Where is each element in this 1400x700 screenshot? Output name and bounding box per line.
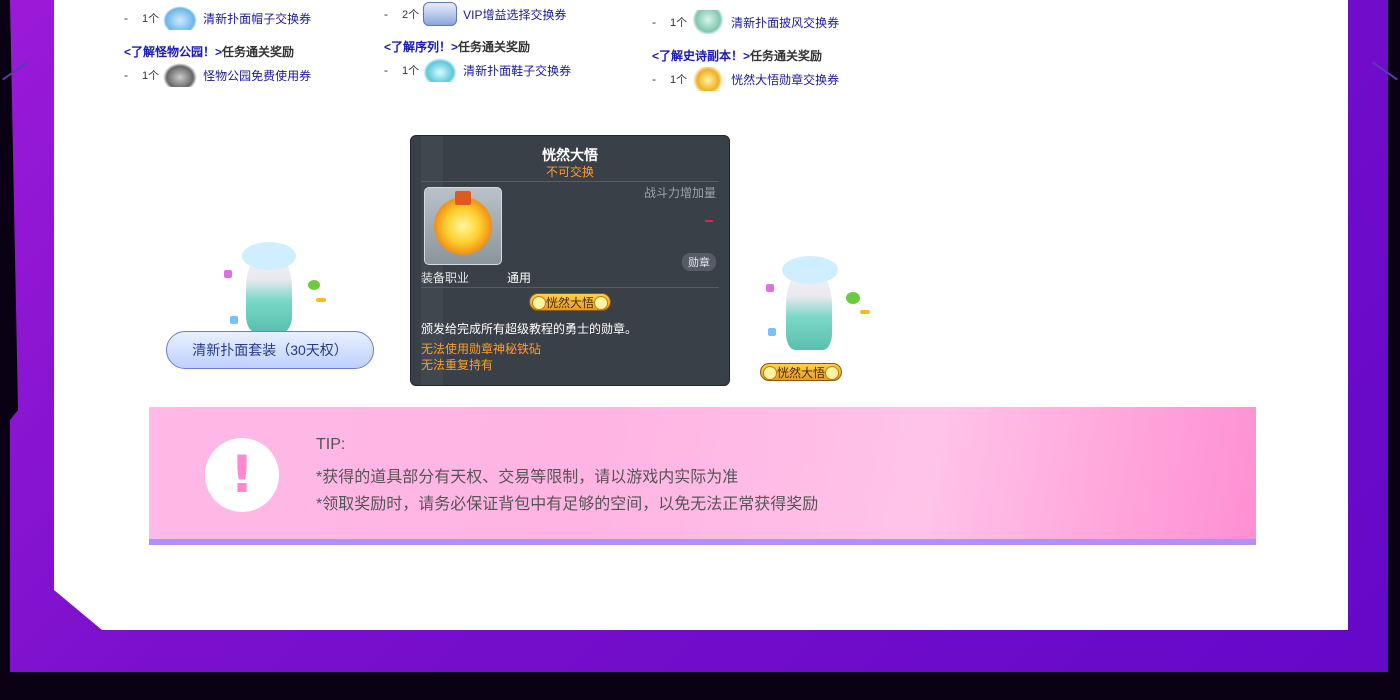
- item-label: 清新扑面鞋子交换券: [463, 63, 572, 78]
- hat-icon: [163, 6, 198, 30]
- item-quantity: 1个: [142, 70, 160, 82]
- reward-item: - 1个 怪物公园免费使用券: [124, 63, 311, 87]
- item-quantity: 2个: [402, 9, 420, 21]
- list-dash: -: [652, 72, 656, 86]
- combat-power-value: [705, 220, 713, 222]
- car-icon: [163, 63, 198, 87]
- item-label: VIP增益选择交换券: [463, 7, 567, 22]
- reward-column-1: - 1个 清新扑面帽子交换券 <了解怪物公园！> 任务通关奖励 - 1个 怪物公…: [124, 6, 311, 87]
- item-quantity: 1个: [670, 74, 688, 86]
- bunny-hat-icon: [242, 242, 296, 270]
- tip-line: *获得的道具部分有天权、交易等限制，请以游戏内实际为准: [316, 469, 739, 486]
- tooltip-title: 恍然大悟: [542, 147, 598, 163]
- character-sprite-left: [216, 240, 336, 332]
- quest-heading: <了解序列！> 任务通关奖励: [384, 34, 571, 58]
- tip-title: TIP:: [316, 436, 346, 453]
- tip-line: *领取奖励时，请务必保证背包中有足够的空间，以免无法正常获得奖励: [316, 496, 819, 513]
- job-label: 装备职业: [421, 271, 470, 285]
- medal-icon: [434, 191, 492, 255]
- outfit-package-button[interactable]: 清新扑面套装（30天权）: [166, 331, 374, 369]
- reward-item: - 1个 恍然大悟勋章交换券: [652, 67, 839, 91]
- item-tooltip: 恍然大悟 不可交换 战斗力增加量 勋章 装备职业 通用 恍然大悟 颁发给完成所有…: [410, 135, 730, 386]
- leaf-icon: [846, 292, 860, 304]
- item-quantity: 1个: [142, 13, 160, 25]
- vip-icon: [423, 2, 458, 26]
- quest-reward-label: 任务通关奖励: [458, 39, 531, 54]
- divider: [421, 287, 719, 288]
- item-quantity: 1个: [670, 17, 688, 29]
- item-label: 清新扑面帽子交换券: [203, 11, 312, 26]
- quest-reward-label: 任务通关奖励: [222, 44, 295, 59]
- category-badge: 勋章: [682, 253, 716, 271]
- medal-name-chip: 恍然大悟: [760, 363, 843, 381]
- quest-link[interactable]: <了解怪物公园！>: [124, 43, 222, 60]
- item-description: 颁发给完成所有超级教程的勇士的勋章。: [421, 322, 638, 336]
- exclamation-icon: !: [205, 438, 279, 512]
- divider: [421, 181, 719, 182]
- sparkle-icon: [224, 270, 232, 278]
- reward-column-3: - 1个 清新扑面披风交换券 <了解史诗副本！> 任务通关奖励 - 1个 恍然大…: [652, 10, 839, 91]
- sparkle-icon: [316, 298, 326, 302]
- character-sprite-right: [756, 254, 880, 350]
- medal-name-wrap: 恍然大悟: [411, 293, 729, 311]
- sparkle-icon: [860, 310, 870, 314]
- item-label: 恍然大悟勋章交换券: [731, 72, 840, 87]
- quest-link[interactable]: <了解序列！>: [384, 38, 458, 55]
- sparkle-icon: [766, 284, 774, 292]
- leaf-icon: [308, 280, 320, 290]
- medal-name-chip: 恍然大悟: [528, 293, 611, 311]
- quest-reward-label: 任务通关奖励: [750, 48, 823, 63]
- reward-item: - 1个 清新扑面鞋子交换券: [384, 58, 571, 82]
- tip-box: ! TIP: *获得的道具部分有天权、交易等限制，请以游戏内实际为准 *领取奖励…: [149, 407, 1256, 545]
- sparkle-icon: [230, 316, 238, 324]
- item-restriction: 无法使用勋章神秘铁砧: [421, 342, 542, 356]
- reward-item: - 1个 清新扑面披风交换券: [652, 10, 839, 34]
- sparkle-icon: [768, 328, 776, 336]
- cape-icon: [691, 10, 726, 34]
- list-dash: -: [124, 68, 128, 82]
- list-dash: -: [652, 15, 656, 29]
- quest-link[interactable]: <了解史诗副本！>: [652, 47, 750, 64]
- list-dash: -: [384, 7, 388, 21]
- item-quantity: 1个: [402, 65, 420, 77]
- reward-item: - 1个 清新扑面帽子交换券: [124, 6, 311, 30]
- combat-power-label: 战斗力增加量: [643, 186, 716, 200]
- reward-item: - 2个 VIP增益选择交换券: [384, 2, 571, 26]
- item-label: 怪物公园免费使用券: [203, 68, 312, 83]
- quest-heading: <了解史诗副本！> 任务通关奖励: [652, 43, 839, 67]
- item-label: 清新扑面披风交换券: [731, 15, 840, 30]
- medal-icon: [691, 67, 726, 91]
- bunny-hat-icon: [782, 256, 838, 284]
- list-dash: -: [384, 63, 388, 77]
- quest-heading: <了解怪物公园！> 任务通关奖励: [124, 39, 311, 63]
- item-icon-frame: [424, 187, 502, 265]
- job-value: 通用: [507, 271, 532, 285]
- medal-chip-preview: 恍然大悟: [760, 363, 843, 381]
- reward-column-2: - 2个 VIP增益选择交换券 <了解序列！> 任务通关奖励 - 1个 清新扑面…: [384, 2, 571, 82]
- tooltip-trade-status: 不可交换: [545, 165, 594, 179]
- shoe-icon: [423, 58, 458, 82]
- list-dash: -: [124, 11, 128, 25]
- item-restriction: 无法重复持有: [421, 358, 494, 372]
